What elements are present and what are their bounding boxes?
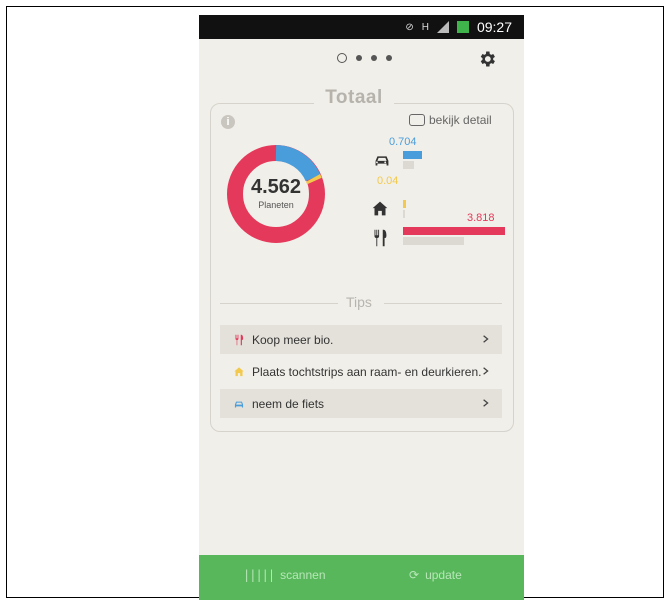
- total-unit: Planeten: [258, 200, 294, 210]
- car-icon: [375, 156, 389, 166]
- chevron-right-icon: [483, 335, 489, 343]
- mute-icon: ⊘: [405, 21, 414, 33]
- network-type: H: [421, 21, 429, 33]
- tips-divider-right: [384, 303, 502, 304]
- signal-icon: [436, 21, 449, 33]
- update-button[interactable]: ⟳ update: [409, 568, 462, 582]
- phone-screen: ⊘ H 09:27 Totaal i bekijk detail 4.562 P…: [199, 15, 524, 600]
- chevron-right-icon: [483, 399, 489, 407]
- cutlery-icon: [232, 333, 246, 347]
- bar-label-auto: 0.704: [389, 136, 417, 148]
- bar-label-eten: 3.818: [467, 212, 495, 224]
- chevron-right-icon: [483, 367, 489, 375]
- tip-label: Koop meer bio.: [252, 332, 334, 347]
- bar-eten: [403, 227, 505, 235]
- detail-label: bekijk detail: [429, 113, 492, 127]
- battery-icon: [456, 21, 469, 33]
- tip-item[interactable]: neem de fiets: [220, 389, 502, 418]
- gear-icon[interactable]: [477, 49, 497, 69]
- update-label: update: [425, 568, 462, 582]
- donut-center: 4.562 Planeten: [225, 143, 327, 245]
- scan-label: scannen: [280, 568, 326, 582]
- status-icons: ⊘ H 09:27: [405, 19, 512, 35]
- bar-auto: [403, 151, 422, 159]
- tips-title: Tips: [346, 294, 372, 310]
- sync-icon: ⟳: [409, 568, 420, 582]
- cutlery-icon: [374, 229, 387, 247]
- tip-item[interactable]: Plaats tochtstrips aan raam- en deurkier…: [220, 357, 502, 386]
- detail-link[interactable]: bekijk detail: [409, 113, 492, 127]
- pager-dot[interactable]: [371, 55, 377, 61]
- bar-shadow-huis: [403, 210, 405, 218]
- detail-icon: [409, 114, 425, 126]
- page-indicator: [337, 53, 392, 63]
- house-icon: [372, 201, 388, 216]
- tip-item[interactable]: Koop meer bio.: [220, 325, 502, 354]
- bar-shadow-eten: [403, 237, 465, 245]
- status-bar: ⊘ H 09:27: [199, 15, 524, 39]
- pager-dot[interactable]: [386, 55, 392, 61]
- info-icon[interactable]: i: [221, 115, 235, 129]
- barcode-icon: |||||: [243, 568, 275, 582]
- pager-dot-active[interactable]: [337, 53, 347, 63]
- house-icon: [232, 365, 246, 379]
- pager-dot[interactable]: [356, 55, 362, 61]
- tip-label: neem de fiets: [252, 396, 325, 411]
- card-title: Totaal: [314, 87, 394, 109]
- scan-button[interactable]: ||||| scannen: [243, 568, 326, 582]
- tip-label: Plaats tochtstrips aan raam- en deurkier…: [252, 364, 482, 379]
- bottom-bar: ||||| scannen ⟳ update: [199, 555, 524, 600]
- total-value: 4.562: [250, 176, 302, 198]
- clock: 09:27: [476, 19, 512, 35]
- car-icon: [232, 397, 246, 411]
- bar-shadow-auto: [403, 161, 415, 169]
- bar-huis: [403, 200, 406, 208]
- tips-divider-left: [220, 303, 338, 304]
- bar-label-huis: 0.04: [377, 175, 399, 187]
